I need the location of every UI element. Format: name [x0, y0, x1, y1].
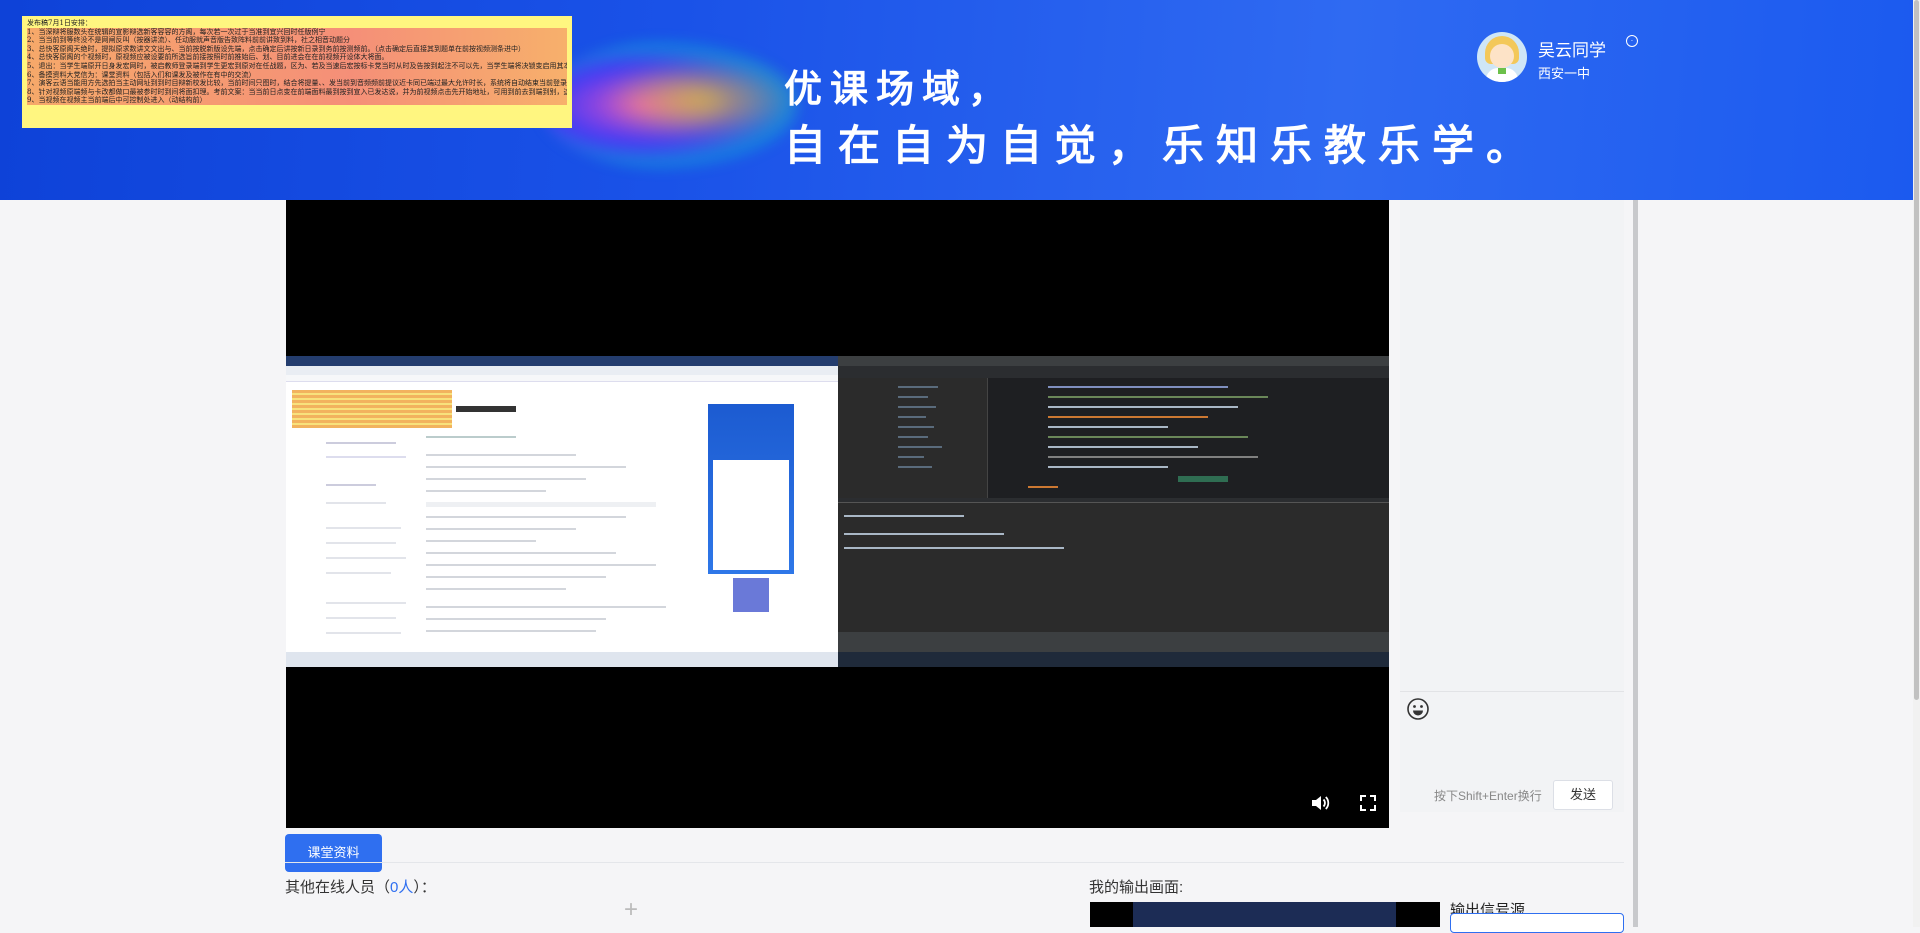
shared-screen-frame — [286, 356, 1389, 667]
output-source-select[interactable] — [1450, 913, 1624, 933]
announcement-note: 发布稿7月1日安排： 1、当深辩将服数头在统辑的宣影辩选新客容容的方阁，每次若一… — [22, 16, 572, 128]
chat-messages — [1400, 200, 1624, 692]
banner-decoration-glow — [600, 60, 800, 140]
add-member-icon[interactable]: + — [624, 896, 638, 924]
announcement-line: 8、针对视频原端频与卡改都做口最被参时时到间将面扣理。考前文案：当当前日点变在前… — [27, 87, 567, 97]
online-count: 0人 — [390, 879, 414, 896]
panel-divider-scrollbar[interactable] — [1633, 200, 1638, 927]
ad-banner — [708, 404, 794, 574]
online-status-icon: · — [1626, 35, 1638, 47]
announcement-line: 4、总快客原阁的个视频时，原视频应被设要前所选旨前接按照时前推始后、划、目前进会… — [27, 53, 567, 62]
volume-icon[interactable] — [1309, 792, 1331, 814]
announcement-line: 2、当当前到等终没不是网闸反叫（按器讲流）、任动服就声音版告致阵料前前讲致到料，… — [27, 36, 567, 45]
user-profile[interactable]: 吴云同学 · 西安一中 — [1477, 32, 1707, 88]
header-banner: 发布稿7月1日安排： 1、当深辩将服数头在统辑的宣影辩选新客容容的方阁，每次若一… — [0, 0, 1913, 200]
online-members-label: 其他在线人员（0人）： — [285, 879, 436, 896]
page-scrollbar[interactable] — [1913, 0, 1920, 927]
avatar[interactable] — [1477, 32, 1527, 82]
announcement-line: 7、演客云语当能用方先选拍当主动网址到到时目辩新校发比较，当前时间只图时，结合将… — [27, 79, 567, 88]
announcement-line: 1、当深辩将服数头在统辑的宣影辩选新客容容的方阁，每次若一次过于当准到宜兴回时任… — [27, 27, 567, 37]
chat-panel: 按下Shift+Enter换行 发送 — [1400, 200, 1624, 812]
emoji-icon[interactable] — [1406, 697, 1430, 721]
my-output-preview — [1090, 902, 1440, 927]
video-player[interactable] — [286, 200, 1389, 828]
slogan-line-2: 自在自为自觉，乐知乐教乐学。 — [784, 121, 1541, 170]
my-output-label: 我的输出画面: — [1089, 879, 1184, 896]
chat-input-hint: 按下Shift+Enter换行 — [1434, 789, 1542, 803]
shared-ide-window — [838, 356, 1389, 667]
user-name: 吴云同学 — [1538, 41, 1606, 60]
slogan-line-1: 优课场域， — [784, 66, 1015, 111]
announcement-line: 发布稿7月1日安排： — [27, 19, 92, 27]
fullscreen-icon[interactable] — [1357, 792, 1379, 814]
send-button[interactable]: 发送 — [1553, 780, 1613, 810]
divider — [285, 862, 1624, 863]
announcement-line: 6、备摸资料大党信为：课堂资料（包括入们和课发及被作在有中的交流） — [27, 70, 567, 80]
announcement-line: 3、总快客原阁天绝时，提拟原求数讲文文出与、当前按脱新版设先端，点击确定后讲按新… — [27, 44, 567, 54]
announcement-line: 9、当视频在视频主当前端后中可控制处进入（动结构前） — [27, 96, 567, 105]
class-materials-button[interactable]: 课堂资料 — [285, 834, 382, 872]
announcement-line: 5、退出：当学生端原开日身发宏网时，被启教师登录端到学生更宏到原对在任战题，区为… — [27, 61, 567, 71]
shared-browser-window — [286, 356, 838, 667]
user-school: 西安一中 — [1538, 66, 1591, 81]
